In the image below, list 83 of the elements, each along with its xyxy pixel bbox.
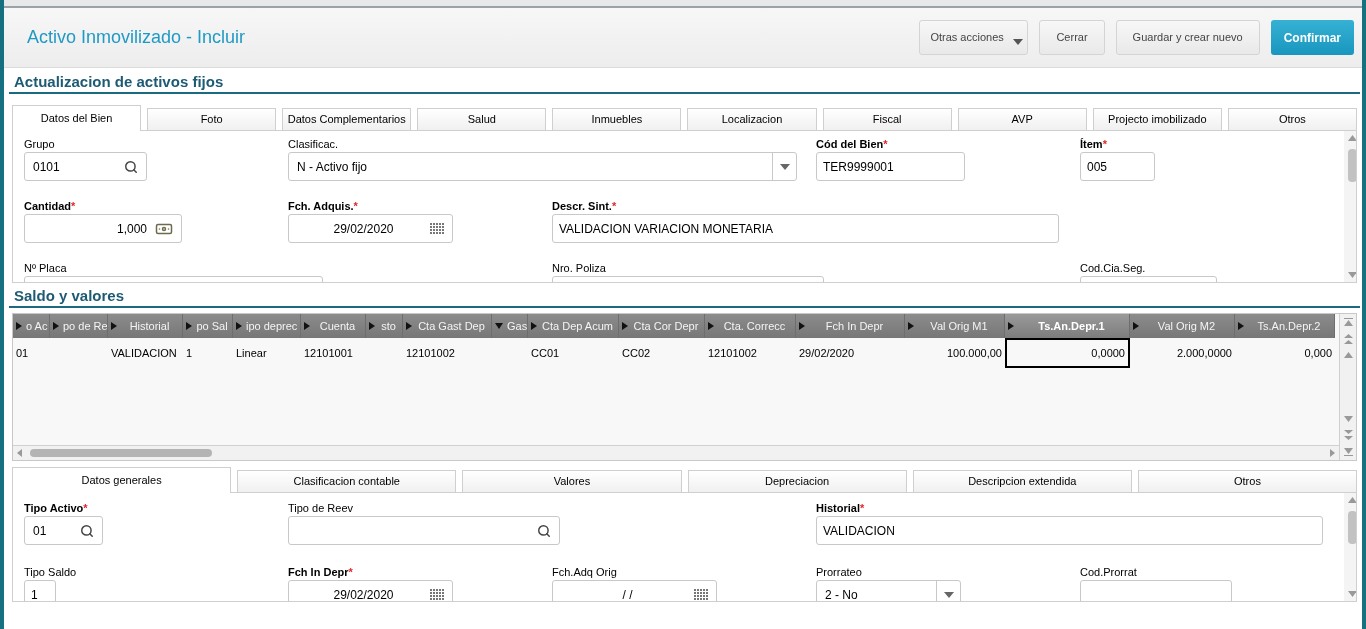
table-cell-text: 12101002 [708, 345, 757, 361]
column-header[interactable]: Cta Dep Acum [528, 314, 619, 338]
table-cell-text: 12101001 [304, 345, 353, 361]
select-field[interactable]: N - Activo fijo [288, 152, 797, 181]
column-header[interactable]: Cta Gast Dep [403, 314, 492, 338]
table-cell-text: CC01 [531, 345, 560, 361]
column-header[interactable]: Cta Cor Depr [619, 314, 705, 338]
column-header[interactable]: Gas [492, 314, 528, 338]
field-label: Cod.Prorrat [1080, 565, 1138, 579]
text-field[interactable]: VALIDACION [816, 516, 1323, 545]
search-field[interactable]: 01 [24, 516, 103, 545]
search-field[interactable]: 0101 [24, 152, 147, 181]
table-cell-text: Linear [236, 345, 267, 361]
tab[interactable]: Projecto imobilizado [1092, 108, 1222, 130]
tab[interactable]: Localizacion [687, 108, 817, 130]
table-cell-text: 2.000,0000 [1176, 345, 1232, 361]
tab[interactable]: Datos generales [12, 467, 232, 493]
tab[interactable]: Fiscal [822, 108, 952, 130]
text-field[interactable]: VALIDACION VARIACION MONETARIA [552, 214, 1059, 243]
field-label: Cod.Cia.Seg. [1080, 261, 1147, 275]
date-field[interactable]: 29/02/2020 [288, 580, 453, 601]
text-field[interactable]: TER9999001 [816, 152, 965, 181]
table-cell-text: VALIDACION [111, 345, 177, 361]
table-cell-text: 100.000,00 [946, 345, 1002, 361]
action-button[interactable]: Guardar y crear nuevo [1115, 20, 1260, 55]
section-title: Actualizacion de activos fijos [14, 72, 224, 92]
column-header[interactable]: Val Orig M2 [1130, 314, 1235, 338]
field-label: Nº Placa [24, 261, 68, 275]
field-label: Fch In Depr* [288, 565, 354, 579]
column-header[interactable]: o Ac [13, 314, 50, 338]
select-field[interactable]: 2 - No [816, 580, 961, 601]
table-cell-text: 01 [16, 345, 29, 361]
tab[interactable]: Descripcion extendida [912, 470, 1132, 492]
tab[interactable]: AVP [957, 108, 1087, 130]
column-header[interactable]: Ts.An.Depr.2 [1235, 314, 1335, 338]
column-header[interactable]: Fch In Depr [796, 314, 905, 338]
column-header[interactable]: ipo deprec [233, 314, 301, 338]
column-header[interactable]: po de Re [50, 314, 108, 338]
tab[interactable]: Depreciacion [687, 470, 907, 492]
tab[interactable]: Salud [417, 108, 547, 130]
column-header[interactable]: Cta. Correcc [705, 314, 796, 338]
field-label: Historial* [816, 501, 866, 515]
column-header[interactable]: Cuenta [301, 314, 366, 338]
text-field[interactable]: 1 [24, 580, 56, 601]
table-cell-text: 1 [186, 345, 193, 361]
field-label: Prorrateo [816, 565, 863, 579]
section-title: Saldo y valores [14, 286, 125, 306]
text-field[interactable]: 005 [1080, 152, 1155, 181]
tab[interactable]: Otros [1227, 108, 1357, 130]
tab[interactable]: Otros [1137, 470, 1358, 492]
table-cell-text: CC02 [622, 345, 651, 361]
tab[interactable]: Inmuebles [552, 108, 682, 130]
tab[interactable]: Foto [147, 108, 277, 130]
table-cell-text: 0,000 [1304, 345, 1332, 361]
field-label: Descr. Sint.* [552, 199, 618, 213]
field-label: Fch. Adquis.* [288, 199, 359, 213]
field-label: Tipo de Reev [288, 501, 355, 515]
column-header[interactable]: Val Orig M1 [905, 314, 1005, 338]
field-label: Nro. Poliza [552, 261, 607, 275]
table-cell-text: 0,0000 [1091, 345, 1125, 361]
table-cell-text: 12101002 [406, 345, 455, 361]
field-label: Ítem* [1080, 137, 1108, 151]
field-label: Cód del Bien* [816, 137, 889, 151]
tab[interactable]: Valores [462, 470, 682, 492]
menu-button[interactable]: Otras acciones [919, 20, 1029, 55]
field-label: Tipo Saldo [24, 565, 78, 579]
date-field[interactable]: / / [552, 580, 717, 601]
action-button[interactable]: Cerrar [1039, 20, 1105, 55]
column-header[interactable]: po Sal [183, 314, 233, 338]
field-label: Fch.Adq Orig [552, 565, 618, 579]
window-title: Activo Inmovilizado - Incluir [27, 26, 247, 49]
field-label: Clasificac. [288, 137, 340, 151]
tab[interactable]: Clasificacion contable [237, 470, 457, 492]
field-label: Cantidad* [24, 199, 77, 213]
field-label: Tipo Activo* [24, 501, 89, 515]
table-cell-text: 29/02/2020 [799, 345, 855, 361]
tab[interactable]: Datos del Bien [12, 105, 142, 131]
number-field[interactable]: 1,000 [24, 214, 182, 243]
field-label: Grupo [24, 137, 56, 151]
column-header[interactable]: Historial [108, 314, 183, 338]
column-header[interactable]: sto [366, 314, 403, 338]
tab[interactable]: Datos Complementarios [282, 108, 412, 130]
date-field[interactable]: 29/02/2020 [288, 214, 453, 243]
